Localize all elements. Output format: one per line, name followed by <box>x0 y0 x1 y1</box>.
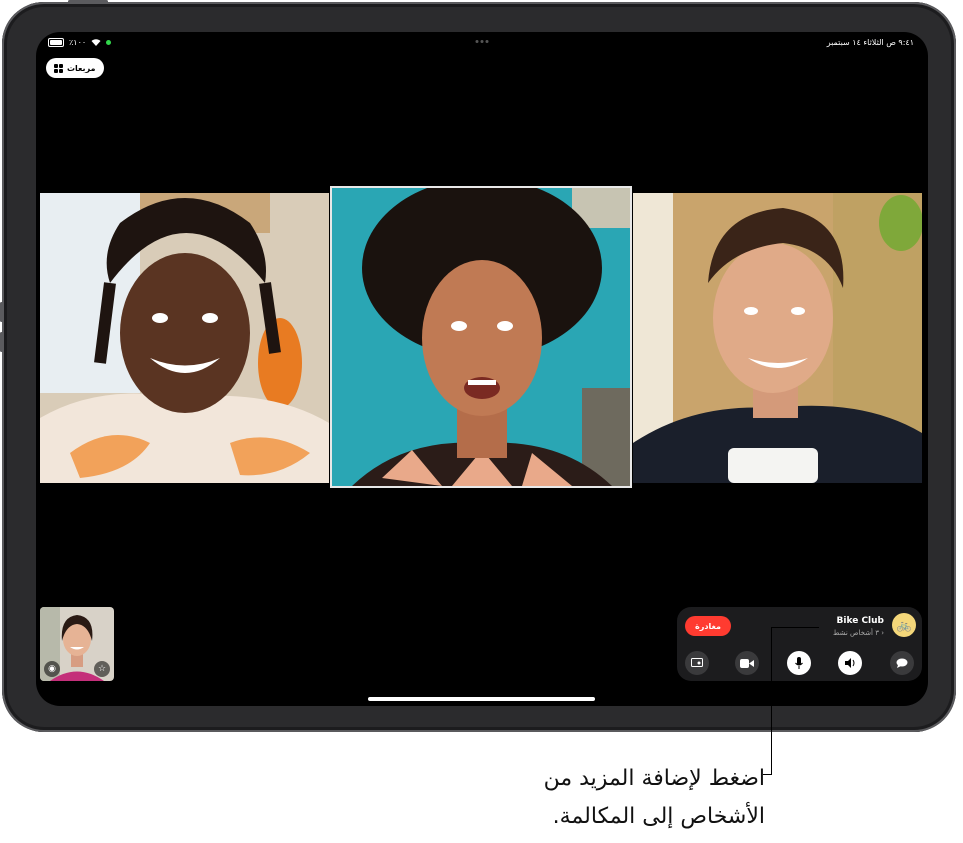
video-camera-icon[interactable] <box>735 651 759 675</box>
self-view-tile[interactable]: ◉ ☆ <box>40 607 114 681</box>
chevron-left-icon: ‹ <box>878 629 884 637</box>
participant-video <box>40 193 329 483</box>
status-time-date: ٩:٤١ ص الثلاثاء ١٤ سبتمبر <box>826 38 914 47</box>
grid-view-button[interactable]: مربعات <box>46 58 104 78</box>
group-name[interactable]: Bike Club <box>837 616 884 626</box>
wifi-icon <box>91 39 101 46</box>
bicycle-icon: 🚲 <box>892 613 916 637</box>
camera-indicator-icon <box>106 40 112 45</box>
participant-video <box>633 193 922 483</box>
ipad-frame: ٪١٠٠ ٩:٤١ ص الثلاثاء ١٤ سبتمبر مربعات ◉ … <box>0 0 956 732</box>
callout-text: اضغط لإضافة المزيد من الأشخاص إلى المكال… <box>465 760 765 836</box>
multitasking-icon[interactable] <box>475 40 489 43</box>
battery-icon <box>48 38 64 47</box>
participant-tile-left[interactable] <box>40 193 329 483</box>
share-screen-icon[interactable] <box>685 651 709 675</box>
microphone-icon[interactable] <box>787 651 811 675</box>
facetime-screen: ٪١٠٠ ٩:٤١ ص الثلاثاء ١٤ سبتمبر مربعات ◉ … <box>36 32 928 706</box>
speaker-icon[interactable] <box>838 651 862 675</box>
callout-line <box>771 627 819 628</box>
grid-icon <box>54 63 63 73</box>
top-button <box>68 0 108 3</box>
participant-video <box>332 188 630 486</box>
group-participants-link[interactable]: ‹ ٣ أشخاص نشط <box>833 629 884 637</box>
volume-button <box>0 302 3 322</box>
home-indicator[interactable] <box>368 697 595 701</box>
battery-percent: ٪١٠٠ <box>69 38 87 47</box>
message-icon[interactable] <box>890 651 914 675</box>
leave-button[interactable]: مغادرة <box>685 616 731 636</box>
volume-button <box>0 332 3 352</box>
participant-count: ٣ أشخاص نشط <box>832 629 879 637</box>
callout-line-2: الأشخاص إلى المكالمة. <box>552 804 765 829</box>
participant-tile-right[interactable] <box>633 193 922 483</box>
callout-line-1: اضغط لإضافة المزيد من <box>543 766 765 791</box>
call-controls-panel: مغادرة Bike Club ‹ ٣ أشخاص نشط 🚲 <box>677 607 922 681</box>
effects-star-icon[interactable]: ☆ <box>94 661 110 677</box>
camera-flip-icon[interactable]: ◉ <box>44 661 60 677</box>
participant-tile-center[interactable] <box>330 186 632 488</box>
grid-view-label: مربعات <box>67 63 96 73</box>
callout-line <box>771 627 772 774</box>
status-bar-left: ٪١٠٠ <box>48 38 112 47</box>
